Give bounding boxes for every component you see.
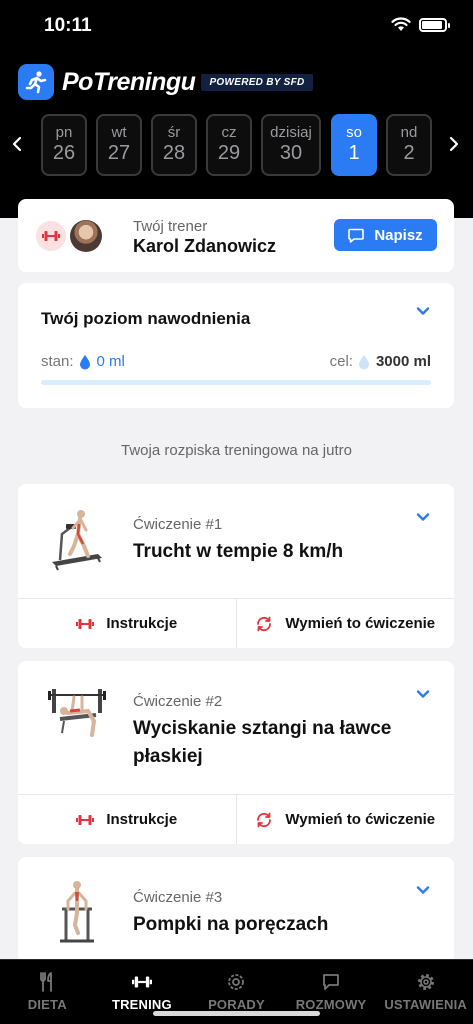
swap-exercise-label: Wymień to ćwiczenie — [285, 615, 436, 632]
instructions-button[interactable]: Instrukcje — [18, 599, 236, 648]
day-dzisiaj[interactable]: dzisiaj 30 — [261, 114, 321, 176]
day-date: 26 — [52, 142, 76, 164]
bench-press-illustration — [48, 689, 106, 737]
chevron-down-icon[interactable] — [416, 689, 430, 699]
day-date: 29 — [217, 142, 241, 164]
brand-name: PoTreningu — [62, 67, 196, 96]
tab-ustawienia[interactable]: USTAWIENIA — [378, 960, 473, 1024]
home-indicator — [153, 1011, 320, 1016]
day-sr[interactable]: śr 28 — [151, 114, 197, 176]
water-drop-icon — [358, 354, 369, 369]
gear-badge-icon — [227, 972, 245, 992]
fork-knife-icon — [39, 972, 55, 992]
swap-exercise-label: Wymień to ćwiczenie — [285, 811, 436, 828]
swap-exercise-button[interactable]: Wymień to ćwiczenie — [235, 599, 455, 648]
treadmill-illustration — [52, 510, 102, 571]
day-date: 28 — [162, 142, 186, 164]
exercise-actions: Instrukcje Wymień to ćwiczenie — [18, 598, 454, 648]
exercise-card[interactable]: Ćwiczenie #2 Wyciskanie sztangi na ławce… — [18, 661, 454, 844]
exercise-card[interactable]: Ćwiczenie #3 Pompki na poręczach — [18, 857, 454, 967]
section-title: Twoja rozpiska treningowa na jutro — [121, 442, 352, 459]
hydration-state-label: stan: — [41, 353, 74, 370]
trainer-avatar[interactable] — [70, 220, 102, 252]
battery-icon — [419, 17, 450, 32]
hydration-goal-value: 3000 ml — [375, 353, 431, 370]
chevron-left-icon[interactable] — [12, 134, 22, 156]
dumbbell-icon — [76, 618, 95, 629]
instructions-button[interactable]: Instrukcje — [18, 795, 236, 844]
tab-label: PORADY — [208, 997, 265, 1012]
status-icons — [391, 17, 450, 32]
day-name: cz — [221, 124, 237, 141]
day-name: wt — [111, 124, 127, 141]
instructions-label: Instrukcje — [106, 615, 178, 632]
write-button[interactable]: Napisz — [334, 219, 437, 251]
tab-label: TRENING — [111, 997, 172, 1012]
day-date: 30 — [279, 142, 303, 164]
exercise-title: Pompki na poręczach — [133, 914, 329, 935]
hydration-progress-bar — [41, 380, 431, 385]
day-name: pn — [55, 124, 73, 141]
day-nd[interactable]: nd 2 — [386, 114, 432, 176]
chat-icon — [322, 972, 340, 992]
day-pn[interactable]: pn 26 — [41, 114, 87, 176]
trainer-name: Karol Zdanowicz — [133, 236, 277, 256]
instructions-label: Instrukcje — [106, 811, 178, 828]
day-name: so — [346, 124, 362, 141]
day-wt[interactable]: wt 27 — [96, 114, 142, 176]
wifi-icon — [391, 17, 411, 31]
exercise-title: Wyciskanie sztangi na ławce płaskiej — [133, 718, 392, 767]
status-time: 10:11 — [44, 15, 92, 36]
day-date: 1 — [348, 142, 360, 164]
day-so[interactable]: so 1 — [331, 114, 377, 176]
swap-arrows-icon — [257, 616, 272, 631]
status-bar: 10:11 — [0, 0, 473, 50]
swap-exercise-button[interactable]: Wymień to ćwiczenie — [235, 795, 455, 844]
chevron-right-icon[interactable] — [449, 134, 459, 156]
day-name: nd — [400, 124, 418, 141]
gear-icon — [417, 972, 435, 992]
chevron-down-icon[interactable] — [416, 512, 430, 522]
app-header: 10:11 PoTreningu POWERED BY SFD pn 26 wt… — [0, 0, 473, 218]
dumbbell-icon — [36, 221, 66, 251]
hydration-goal: cel: 3000 ml — [330, 353, 431, 370]
chevron-down-icon[interactable] — [416, 306, 430, 316]
day-date: 27 — [107, 142, 131, 164]
write-button-label: Napisz — [374, 226, 423, 244]
trainer-label: Twój trener — [133, 218, 208, 235]
dips-illustration — [60, 881, 94, 943]
day-name: dzisiaj — [270, 124, 312, 141]
exercise-title: Trucht w tempie 8 km/h — [133, 541, 344, 562]
runner-logo-icon — [18, 64, 54, 100]
tab-label: DIETA — [27, 997, 67, 1012]
tab-label: USTAWIENIA — [384, 997, 467, 1012]
dumbbell-icon — [131, 972, 152, 992]
brand-bar: PoTreningu POWERED BY SFD — [18, 62, 313, 102]
exercise-number: Ćwiczenie #1 — [133, 516, 223, 533]
message-icon — [348, 228, 365, 243]
hydration-title: Twój poziom nawodnienia — [41, 309, 251, 328]
trainer-card: Twój trener Karol Zdanowicz Napisz — [18, 199, 454, 272]
hydration-goal-label: cel: — [329, 353, 353, 370]
swap-arrows-icon — [257, 812, 272, 827]
dumbbell-icon — [76, 814, 95, 825]
hydration-card[interactable]: Twój poziom nawodnienia stan: 0 ml cel: … — [18, 283, 454, 408]
tab-label: ROZMOWY — [295, 997, 367, 1012]
exercise-actions: Instrukcje Wymień to ćwiczenie — [18, 794, 454, 844]
hydration-state-value: 0 ml — [96, 353, 125, 370]
exercise-number: Ćwiczenie #3 — [133, 889, 223, 906]
day-date: 2 — [403, 142, 415, 164]
tab-dieta[interactable]: DIETA — [0, 960, 95, 1024]
day-name: śr — [167, 124, 181, 141]
water-drop-icon — [79, 354, 90, 369]
day-selector: pn 26 wt 27 śr 28 cz 29 dzisiaj 30 so 1 … — [0, 114, 473, 176]
powered-by-badge: POWERED BY SFD — [201, 73, 313, 91]
exercise-card[interactable]: Ćwiczenie #1 Trucht w tempie 8 km/h Inst… — [18, 484, 454, 648]
hydration-state: stan: 0 ml — [41, 353, 125, 370]
day-cz[interactable]: cz 29 — [206, 114, 252, 176]
exercise-number: Ćwiczenie #2 — [133, 693, 223, 710]
chevron-down-icon[interactable] — [416, 885, 430, 895]
